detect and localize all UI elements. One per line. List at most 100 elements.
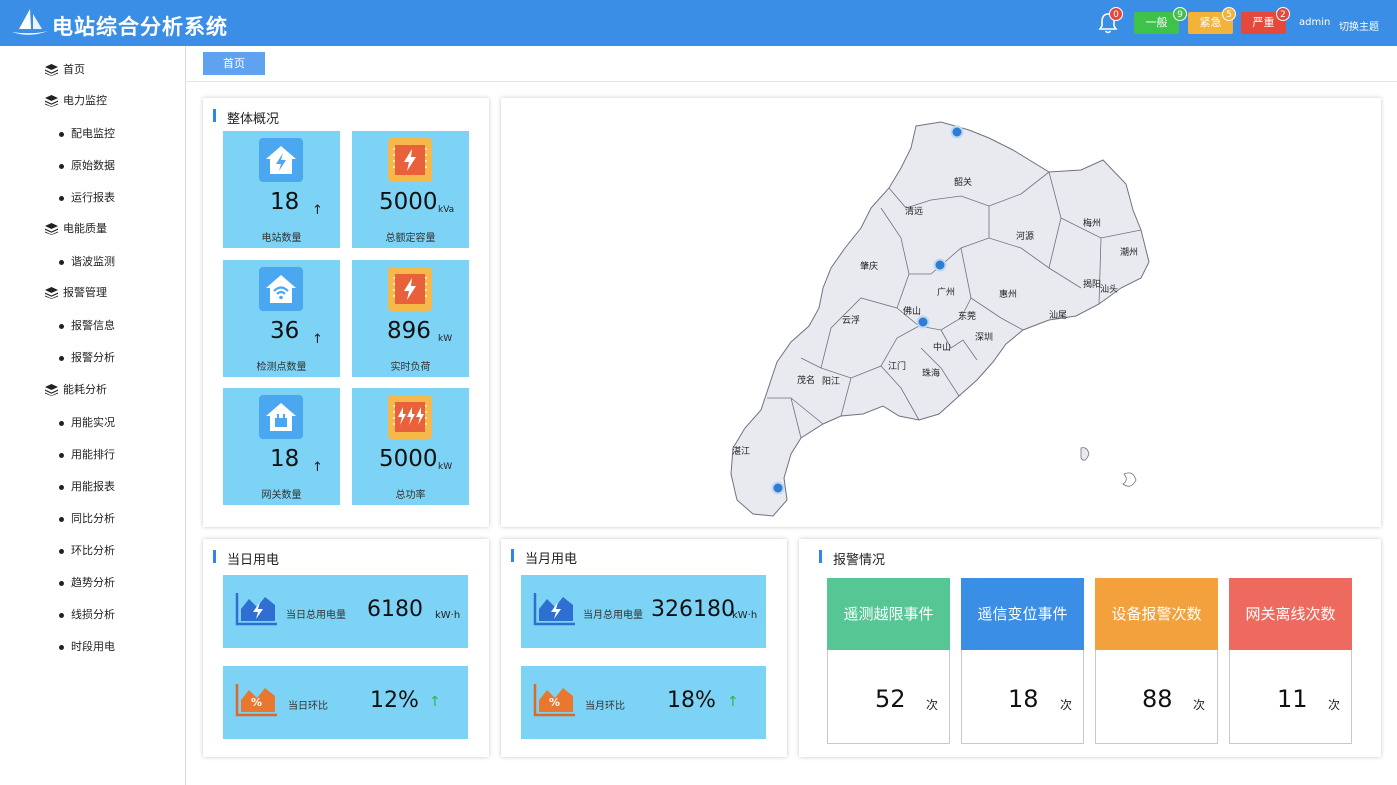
map-station-marker[interactable] — [771, 481, 785, 495]
up-arrow-icon: ↑ — [429, 694, 441, 710]
chart-bolt-icon — [533, 593, 575, 626]
alarm-card-unit: 次 — [1060, 698, 1073, 712]
sidebar-item-line-loss[interactable]: 线损分析 — [59, 606, 115, 622]
sidebar-item-label: 用能报表 — [71, 480, 115, 493]
stat-card-rated-capacity[interactable]: 5000 kVa 总额定容量 — [352, 131, 469, 248]
station-count-value: 18 — [270, 189, 300, 215]
alarm-general-badge: 9 — [1173, 7, 1187, 21]
alarm-card-signal-change[interactable]: 遥信变位事件 18 次 — [961, 578, 1084, 744]
monthly-ratio-label: 当月环比 — [585, 701, 625, 712]
sidebar-item-label: 环比分析 — [71, 544, 115, 557]
stat-card-gateway-count[interactable]: 18 ↑ 网关数量 — [223, 388, 340, 505]
map-city-label: 河源 — [1016, 230, 1034, 242]
sidebar-item-label: 用能实况 — [71, 416, 115, 429]
bullet-dot — [59, 548, 64, 554]
stat-card-total-power[interactable]: 5000 kW 总功率 — [352, 388, 469, 505]
sidebar-item-energy-live[interactable]: 用能实况 — [59, 414, 115, 430]
sidebar-item-run-report[interactable]: 运行报表 — [59, 189, 115, 205]
alarm-card-value: 88 — [1142, 685, 1173, 713]
alarm-card-value: 18 — [1008, 685, 1039, 713]
sidebar-item-power-quality[interactable]: 电能质量 — [45, 220, 107, 236]
stat-card-realtime-load[interactable]: 896 kW 实时负荷 — [352, 260, 469, 377]
daily-total-card[interactable]: 当日总用电量 6180 kW·h — [223, 575, 468, 648]
map-city-label: 江门 — [888, 360, 906, 372]
realtime-load-label: 实时负荷 — [390, 362, 431, 373]
alarm-card-device-alarm[interactable]: 设备报警次数 88 次 — [1095, 578, 1218, 744]
svg-text:%: % — [549, 696, 560, 709]
sidebar-item-distribution-monitor[interactable]: 配电监控 — [59, 125, 115, 141]
sidebar-item-alarm-manage[interactable]: 报警管理 — [45, 284, 107, 300]
capacity-bolt-icon — [388, 138, 432, 182]
sidebar-item-harmonic-monitor[interactable]: 谐波监测 — [59, 253, 115, 269]
up-arrow-icon: ↑ — [727, 694, 739, 710]
tab-home[interactable]: 首页 — [203, 52, 265, 75]
daily-ratio-label: 当日环比 — [288, 701, 328, 712]
sidebar-item-mom-analysis[interactable]: 环比分析 — [59, 542, 115, 558]
map-city-label: 汕尾 — [1049, 310, 1067, 321]
alarm-card-header: 网关离线次数 — [1229, 578, 1352, 650]
sidebar-item-raw-data[interactable]: 原始数据 — [59, 157, 115, 173]
house-bolt-icon — [259, 138, 303, 182]
sidebar-item-alarm-info[interactable]: 报警信息 — [59, 317, 115, 333]
rated-capacity-value: 5000 — [379, 189, 438, 215]
realtime-load-value: 896 — [387, 318, 431, 344]
sidebar-item-energy-report[interactable]: 用能报表 — [59, 478, 115, 494]
sidebar-item-energy-rank[interactable]: 用能排行 — [59, 446, 115, 462]
map-city-label: 云浮 — [842, 314, 860, 326]
sidebar-item-energy-analysis[interactable]: 能耗分析 — [45, 381, 107, 397]
load-bolt-icon — [388, 267, 432, 311]
bullet-dot — [59, 195, 64, 201]
overview-panel: 整体概况 18 ↑ 电站数量 5000 kVa 总额定容量 36 ↑ 检测点数量… — [203, 98, 489, 527]
alarm-card-telemetry-limit[interactable]: 遥测越限事件 52 次 — [827, 578, 950, 744]
sidebar-item-label: 首页 — [63, 63, 85, 76]
map-city-label: 阳江 — [822, 376, 840, 387]
bell-count-badge: 0 — [1109, 7, 1123, 21]
sidebar-item-alarm-analysis[interactable]: 报警分析 — [59, 349, 115, 365]
map-panel: 韶关 清远 河源 梅州 潮州 肇庆 广州 惠州 揭阳 汕头 佛山 云浮 东莞 汕… — [501, 98, 1381, 527]
sidebar-item-trend-analysis[interactable]: 趋势分析 — [59, 574, 115, 590]
monthly-ratio-card[interactable]: % 当月环比 18% ↑ — [521, 666, 766, 739]
daily-usage-title: 当日用电 — [212, 549, 279, 568]
stat-card-station-count[interactable]: 18 ↑ 电站数量 — [223, 131, 340, 248]
switch-theme-link[interactable]: 切换主题 — [1339, 18, 1379, 33]
sidebar-item-home[interactable]: 首页 — [45, 61, 85, 77]
map-station-marker[interactable] — [933, 258, 947, 272]
sidebar-item-label: 原始数据 — [71, 159, 115, 172]
sidebar-item-label: 配电监控 — [71, 127, 115, 140]
alarm-card-gateway-offline[interactable]: 网关离线次数 11 次 — [1229, 578, 1352, 744]
alarm-card-header: 遥测越限事件 — [827, 578, 950, 650]
alarm-card-header: 设备报警次数 — [1095, 578, 1218, 650]
realtime-load-unit: kW — [438, 334, 453, 344]
guangdong-map[interactable]: 韶关 清远 河源 梅州 潮州 肇庆 广州 惠州 揭阳 汕头 佛山 云浮 东莞 汕… — [501, 98, 1381, 527]
daily-ratio-card[interactable]: % 当日环比 12% ↑ — [223, 666, 468, 739]
bullet-dot — [59, 355, 64, 361]
bullet-dot — [59, 612, 64, 618]
app-title: 电站综合分析系统 — [52, 15, 228, 39]
house-gateway-icon — [259, 395, 303, 439]
sidebar-item-period-usage[interactable]: 时段用电 — [59, 638, 115, 654]
sidebar-item-power-monitor[interactable]: 电力监控 — [45, 92, 107, 108]
app-header: 电站综合分析系统 0 一般 9 紧急 5 严重 2 admin 切换主题 — [0, 0, 1397, 46]
overview-title: 整体概况 — [212, 108, 279, 127]
house-wifi-icon — [259, 267, 303, 311]
map-city-label: 茂名 — [797, 374, 815, 386]
daily-total-label: 当日总用电量 — [286, 610, 346, 621]
user-name[interactable]: admin — [1299, 17, 1330, 28]
bullet-dot — [59, 580, 64, 586]
sidebar-item-label: 线损分析 — [71, 608, 115, 621]
daily-usage-panel: 当日用电 当日总用电量 6180 kW·h % 当日环比 12% ↑ — [203, 539, 489, 757]
map-station-marker[interactable] — [916, 315, 930, 329]
sidebar-item-yoy-analysis[interactable]: 同比分析 — [59, 510, 115, 526]
bullet-dot — [59, 323, 64, 329]
map-station-marker[interactable] — [950, 125, 964, 139]
layers-icon — [45, 64, 58, 76]
bullet-dot — [59, 452, 64, 458]
alarm-card-unit: 次 — [1193, 698, 1206, 712]
map-city-label: 东莞 — [958, 310, 976, 322]
monthly-ratio-value: 18% — [667, 688, 716, 713]
monthly-total-card[interactable]: 当月总用电量 326180 kW·h — [521, 575, 766, 648]
alarm-urgent-badge: 5 — [1222, 7, 1236, 21]
stat-card-monitor-points[interactable]: 36 ↑ 检测点数量 — [223, 260, 340, 377]
rated-capacity-label: 总额定容量 — [385, 233, 436, 244]
total-power-label: 总功率 — [395, 490, 426, 501]
